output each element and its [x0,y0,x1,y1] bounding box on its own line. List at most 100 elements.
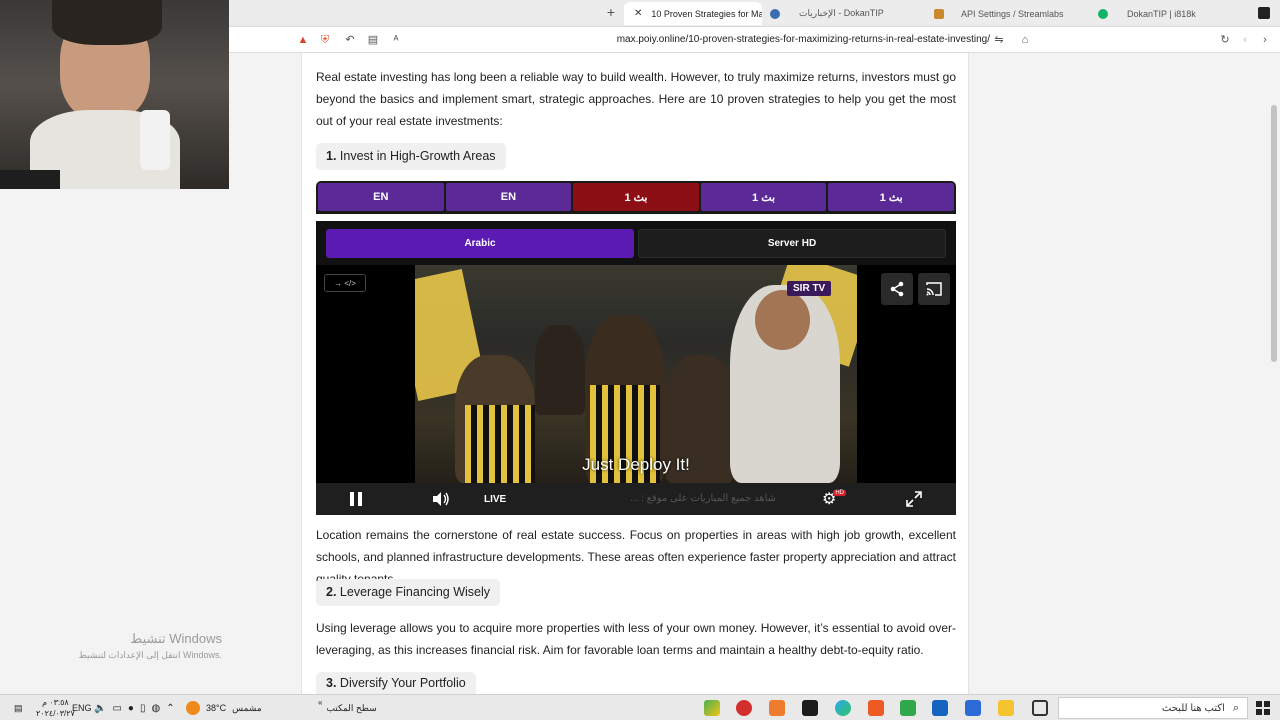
page-scrollbar[interactable] [1268,53,1280,694]
settings-button[interactable]: ⚙ HD [822,483,849,515]
tab-menu-icon[interactable] [1258,7,1270,19]
reload-icon[interactable]: ↻ [1218,33,1232,47]
mic-icon[interactable]: ● [128,703,134,714]
speaker-icon[interactable]: 🔈 [94,703,106,714]
volume-button[interactable] [432,483,450,515]
battery-icon[interactable]: ▯ [140,703,146,714]
ticker-text: شاهد جميع المباريات على موقع : ... [629,493,776,504]
weather-temp: 38°C [206,703,227,713]
outlook-icon[interactable] [932,700,948,716]
file-explorer-icon[interactable] [998,700,1014,716]
clock-date: ٢٠٢٤/٠٣/٢٧ [36,709,75,718]
reader-icon[interactable]: ▤ [366,33,380,47]
notifications-button[interactable]: ▤ [14,695,23,720]
arabic-audio-button[interactable]: Arabic [326,229,634,258]
security-icon[interactable]: ◍ [151,703,160,714]
url-field[interactable]: max.poiy.online/10-proven-strategies-for… [560,34,990,45]
scrollbar-thumb[interactable] [1271,105,1277,362]
live-indicator: LIVE [484,493,507,505]
server-button-en-1[interactable]: EN [318,183,444,211]
channel-logo: SIR TV [787,281,832,296]
intro-paragraph: Real estate investing has long been a re… [316,70,956,128]
start-button[interactable] [1256,695,1270,720]
forward-icon[interactable]: ‹ [1238,33,1252,47]
windows-icon [1256,701,1270,715]
server-button-stream-3[interactable]: بث 1 [828,183,954,211]
dokantip-icon [1098,8,1108,19]
hd-badge: HD [833,490,847,496]
server-button-stream-2[interactable]: بث 1 [700,183,827,211]
desktop-label: سطح المكتب [326,702,377,713]
back-history-icon[interactable]: ↶ [343,33,357,47]
activation-title: تنشيط Windows [130,631,222,646]
xbox-icon[interactable] [900,700,916,716]
embed-code-button[interactable]: → </> [324,274,366,292]
server-button-en-2[interactable]: EN [445,183,572,211]
app-icon[interactable] [704,700,720,716]
site-settings-icon[interactable]: ⇋ [992,33,1006,47]
brave-icon[interactable] [868,700,884,716]
pause-icon [350,492,362,506]
task-view-icon[interactable] [1032,700,1048,716]
language-selector: Arabic Server HD [326,229,946,258]
back-icon[interactable]: › [1258,33,1272,47]
fan-figure [535,325,585,415]
sublime-icon[interactable] [769,700,785,716]
network-icon[interactable]: ▭ [112,703,121,714]
edge-icon[interactable] [835,700,851,716]
activation-subtitle: انتقل إلى الإعدادات لتنشيط Windows. [78,650,222,660]
epic-games-icon[interactable] [802,700,818,716]
heading-2: 2. Leverage Financing Wisely [316,579,500,606]
heading-1: 1. Invest in High-Growth Areas [316,143,506,170]
share-button[interactable] [881,273,913,305]
cast-button[interactable] [918,273,950,305]
tab-dokantip-news[interactable]: الإخباريات - DokanTIP [766,2,926,25]
bookmark-icon[interactable]: ⌂ [1018,33,1032,47]
server-hd-button[interactable]: Server HD [638,229,946,258]
chevron-icon: « [318,697,323,707]
heading-3: 3. Diversify Your Portfolio [316,672,476,694]
tab-streamlabs[interactable]: API Settings / Streamlabs [930,2,1090,25]
tab-title: الإخباريات - DokanTIP [799,8,884,18]
close-tab-icon[interactable]: ✕ [630,8,646,19]
obs-icon[interactable] [736,700,752,716]
heading-text: Invest in High-Growth Areas [339,149,496,163]
brave-rewards-icon[interactable]: ▲ [296,33,310,47]
server-selector: EN EN بث 1 بث 1 بث 1 [316,181,956,214]
heading-number: 1. [326,149,337,163]
taskbar-search[interactable]: اكتب هنا للبحث ⌕ [1058,697,1248,719]
server-button-stream-1-active[interactable]: بث 1 [573,183,699,211]
translate-icon[interactable]: ᴬ [389,33,403,47]
brave-shields-icon[interactable]: ⛨ [318,33,332,47]
fullscreen-button[interactable] [906,483,922,515]
windows-activation-watermark: تنشيط Windows انتقل إلى الإعدادات لتنشيط… [40,630,222,662]
heading-number: 3. [326,676,337,690]
weather-widget[interactable]: 38°C مشمس [186,695,262,720]
heading-text: Diversify Your Portfolio [339,676,466,690]
tab-title: DokanTIP | i818k [1127,8,1196,19]
microphone-shape [140,110,170,170]
notification-icon: ▤ [14,702,23,713]
windows-taskbar: ▤ ٠٣:٥٨ م ٢٠٢٤/٠٣/٢٧ ENG 🔈 ▭ ● ▯ ◍ ⌃ 38°… [0,694,1280,720]
paragraph-2: Using leverage allows you to acquire mor… [316,621,956,657]
clock[interactable]: ٠٣:٥٨ م ٢٠٢٤/٠٣/٢٧ [36,695,75,720]
video-frame: SIR TV [415,265,857,483]
new-tab-button[interactable]: + [604,5,618,19]
share-icon [890,281,904,297]
video-area[interactable]: SIR TV → </> Just Deploy It! [316,265,956,483]
tab-title: API Settings / Streamlabs [961,8,1064,19]
tab-active[interactable]: ✕ 10 Proven Strategies for Maximizing [624,2,762,25]
pause-button[interactable] [348,483,364,515]
language-indicator[interactable]: ENG [72,695,92,720]
video-caption: Just Deploy It! [582,455,690,474]
fullscreen-icon [906,491,922,507]
heading-text: Leverage Financing Wisely [339,585,490,599]
search-icon: ⌕ [1232,701,1239,714]
chevron-up-icon[interactable]: ⌃ [166,703,174,714]
hair-shape [52,0,162,45]
store-icon[interactable] [965,700,981,716]
article-page: Real estate investing has long been a re… [301,53,969,694]
cast-icon [926,282,942,296]
tab-dokantip[interactable]: DokanTIP | i818k [1094,2,1244,25]
desktop-toolbar[interactable]: «سطح المكتب [318,695,377,720]
